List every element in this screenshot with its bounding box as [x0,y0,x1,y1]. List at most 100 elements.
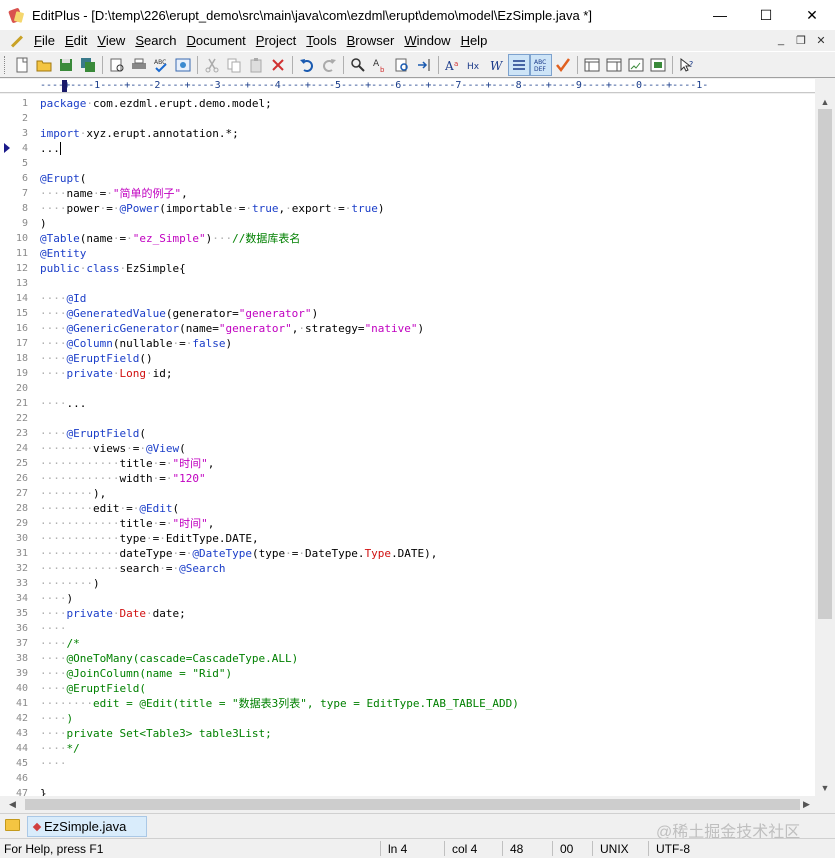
menu-document[interactable]: Document [182,33,251,48]
code-line[interactable]: 26 ············width·=·"120" [0,471,815,486]
mdi-minimize-button[interactable]: _ [773,32,789,48]
replace-icon[interactable]: Ab [369,54,391,76]
code-line[interactable]: 21 ····... [0,396,815,411]
check-icon[interactable] [552,54,574,76]
print-preview-icon[interactable] [106,54,128,76]
mdi-close-button[interactable]: ✕ [813,32,829,48]
code-line[interactable]: 19 ····private·Long·id; [0,366,815,381]
paste-icon[interactable] [245,54,267,76]
code-line[interactable]: 3 import·xyz.erupt.annotation.*; [0,126,815,141]
vertical-scroll-thumb[interactable] [818,109,832,619]
menu-window[interactable]: Window [399,33,455,48]
code-line[interactable]: 16 ····@GenericGenerator(name="generator"… [0,321,815,336]
redo-icon[interactable] [318,54,340,76]
status-line-ending[interactable]: UNIX [600,842,629,856]
code-line[interactable]: 27 ········), [0,486,815,501]
code-line[interactable]: 10 @Table(name·=·"ez_Simple")···//数据库表名 [0,231,815,246]
copy-icon[interactable] [223,54,245,76]
context-help-icon[interactable]: ? [676,54,698,76]
code-line[interactable]: 47} [0,786,815,796]
code-line[interactable]: 13 [0,276,815,291]
code-line[interactable]: 29 ············title·=·"时间", [0,516,815,531]
code-line[interactable]: 34 ····) [0,591,815,606]
code-line[interactable]: 45 ···· [0,756,815,771]
code-line[interactable]: 18 ····@EruptField() [0,351,815,366]
undo-icon[interactable] [296,54,318,76]
code-editor[interactable]: 1 package·com.ezdml.erupt.demo.model; 2 3 im… [0,94,815,796]
goto-line-icon[interactable] [413,54,435,76]
delete-icon[interactable] [267,54,289,76]
code-line[interactable]: 28 ········edit·=·@Edit( [0,501,815,516]
scroll-down-arrow-icon[interactable]: ▼ [815,779,835,796]
code-line[interactable]: 15 ····@GeneratedValue(generator="generat… [0,306,815,321]
code-line[interactable]: 22 [0,411,815,426]
cut-icon[interactable] [201,54,223,76]
code-line[interactable]: 31 ············dateType·=·@DateType(type·… [0,546,815,561]
menu-tools[interactable]: Tools [301,33,341,48]
code-line[interactable]: 20 [0,381,815,396]
tab-ezsimple-java[interactable]: EzSimple.java [27,816,147,837]
code-line[interactable]: 35 ····private·Date·date; [0,606,815,621]
scroll-left-arrow-icon[interactable]: ◀ [4,796,21,813]
output-window-icon[interactable] [625,54,647,76]
save-icon[interactable] [55,54,77,76]
code-line[interactable]: 43 ····private Set<Table3> table3List; [0,726,815,741]
code-line[interactable]: 8 ····power·=·@Power(importable·=·true,·e… [0,201,815,216]
word-wrap-icon[interactable]: W [486,54,508,76]
menu-search[interactable]: Search [130,33,181,48]
new-file-icon[interactable] [11,54,33,76]
directory-window-icon[interactable] [581,54,603,76]
code-line[interactable]: 6 @Erupt( [0,171,815,186]
code-line[interactable]: 2 [0,111,815,126]
code-line[interactable]: 46 [0,771,815,786]
close-button[interactable]: ✕ [789,0,835,30]
scroll-up-arrow-icon[interactable]: ▲ [815,93,835,110]
line-number-icon[interactable] [508,53,530,76]
code-line[interactable]: 9) [0,216,815,231]
code-line[interactable]: 39 ····@JoinColumn(name = "Rid") [0,666,815,681]
menu-project[interactable]: Project [251,33,301,48]
scroll-right-arrow-icon[interactable]: ▶ [798,796,815,813]
find-icon[interactable] [347,54,369,76]
code-line[interactable]: 12 public·class·EzSimple{ [0,261,815,276]
menu-view[interactable]: View [92,33,130,48]
code-line[interactable]: 37 ····/* [0,636,815,651]
code-line[interactable]: 23 ····@EruptField( [0,426,815,441]
menu-file[interactable]: File [29,33,60,48]
menu-help[interactable]: Help [456,33,493,48]
code-line[interactable]: 14 ····@Id [0,291,815,306]
horizontal-scroll-thumb[interactable] [25,799,800,810]
code-line[interactable]: 41 ········edit = @Edit(title = "数据表3列表",… [0,696,815,711]
cliptext-window-icon[interactable] [603,54,625,76]
code-line[interactable]: 32 ············search·=·@Search [0,561,815,576]
code-line[interactable]: 33 ········) [0,576,815,591]
code-line[interactable]: 17 ····@Column(nullable·=·false) [0,336,815,351]
print-icon[interactable] [128,54,150,76]
code-line[interactable]: 25 ············title·=·"时间", [0,456,815,471]
code-line[interactable]: 44 ····*/ [0,741,815,756]
ruler-icon[interactable]: ABC DEF [530,53,552,76]
code-line[interactable]: 42 ····) [0,711,815,726]
maximize-button[interactable]: ☐ [743,0,789,30]
save-all-icon[interactable] [77,54,99,76]
toolbar-grip[interactable] [4,55,7,74]
code-line[interactable]: 40 ····@EruptField( [0,681,815,696]
code-line[interactable]: 7 ····name·=·"简单的例子", [0,186,815,201]
hex-view-icon[interactable]: Hx [464,54,486,76]
spell-check-icon[interactable]: ABC [150,54,172,76]
code-line[interactable]: 30 ············type·=·EditType.DATE, [0,531,815,546]
mdi-restore-button[interactable]: ❐ [793,32,809,48]
code-line[interactable]: 38 ····@OneToMany(cascade=CascadeType.ALL… [0,651,815,666]
vertical-scrollbar[interactable]: ▲ ▼ [815,79,835,796]
minimize-button[interactable]: — [697,0,743,30]
font-icon[interactable]: Aa [442,54,464,76]
code-line[interactable]: 1 package·com.ezdml.erupt.demo.model; [0,96,815,111]
find-in-files-icon[interactable] [391,54,413,76]
status-encoding[interactable]: UTF-8 [656,842,690,856]
folder-icon[interactable] [5,819,20,831]
code-line[interactable]: 4... [0,141,815,156]
code-line[interactable]: 24 ········views·=·@View( [0,441,815,456]
code-line[interactable]: 5 [0,156,815,171]
menu-edit[interactable]: Edit [60,33,92,48]
open-folder-icon[interactable] [33,54,55,76]
